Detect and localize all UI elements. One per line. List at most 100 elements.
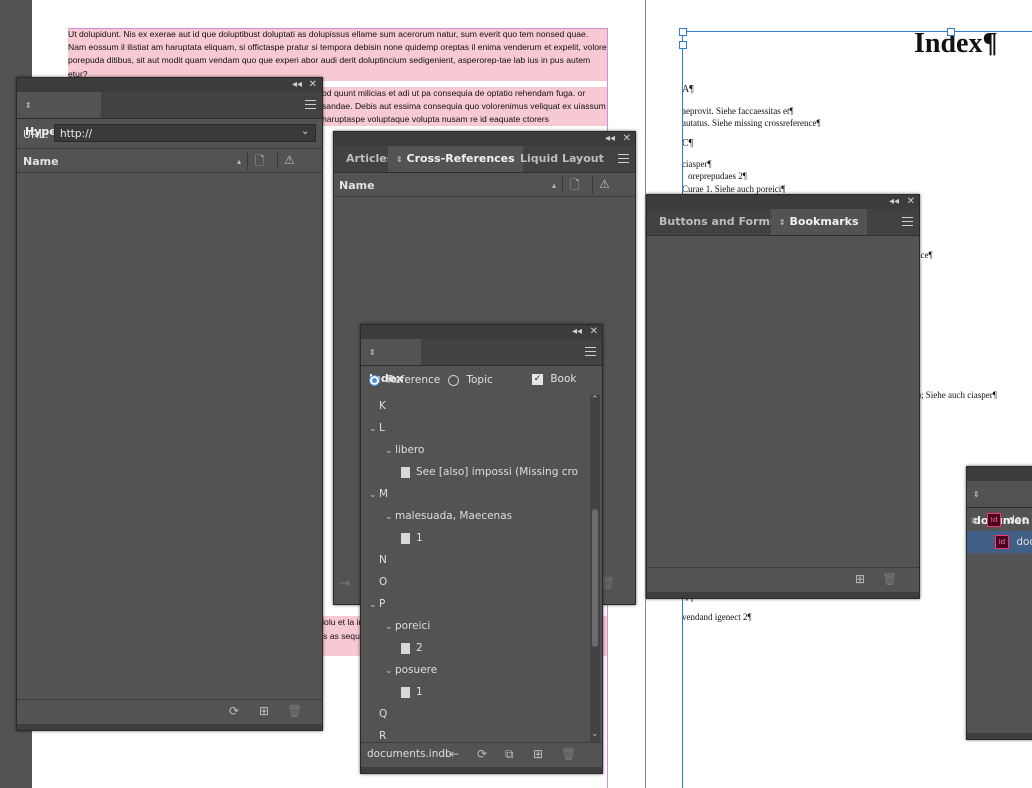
bookmarks-panel[interactable]: ◂◂ ✕ Buttons and Forms ⇕ Bookmarks ⊞ 🗑 bbox=[646, 194, 920, 599]
book-panel[interactable]: ⇕ documen ⊡ Id doc Id doc bbox=[966, 466, 1032, 740]
trash-icon[interactable]: 🗑 bbox=[882, 572, 897, 586]
collapse-icon[interactable]: ◂◂ bbox=[572, 325, 582, 339]
panel-menu-icon[interactable] bbox=[585, 347, 596, 356]
index-entry[interactable]: ⌄ poreici bbox=[361, 615, 430, 637]
scroll-up-icon[interactable]: ⌃ bbox=[591, 393, 599, 407]
radio-label: Topic bbox=[466, 374, 493, 386]
index-entry[interactable]: See [also] impossi (Missing cro bbox=[361, 461, 578, 483]
new-item-icon[interactable]: ⊞ bbox=[533, 747, 543, 761]
resize-handle[interactable] bbox=[361, 767, 602, 773]
index-entry[interactable]: 1 bbox=[361, 527, 423, 549]
selection-handle[interactable] bbox=[947, 28, 955, 36]
url-input[interactable]: http:// bbox=[54, 124, 316, 142]
panel-menu-icon[interactable] bbox=[618, 154, 629, 163]
index-panel[interactable]: ◂◂ ✕ ⇕ Index Reference Topic ✓ Book K ⌄ L ⌄… bbox=[360, 324, 603, 774]
chevron-down-icon[interactable]: ⌄ bbox=[369, 418, 379, 440]
scrollbar-track[interactable]: ⌃ ⌄ bbox=[590, 395, 600, 743]
warning-icon[interactable]: ⚠ bbox=[599, 177, 610, 191]
trash-icon[interactable]: 🗑 bbox=[287, 704, 302, 718]
collapse-icon[interactable]: ◂◂ bbox=[292, 78, 302, 92]
panel-menu-icon[interactable] bbox=[902, 217, 913, 226]
chevron-down-icon[interactable]: ⌄ bbox=[369, 484, 379, 506]
collapse-icon[interactable]: ◂◂ bbox=[889, 195, 899, 209]
tab-book[interactable]: ⇕ documen bbox=[967, 481, 1032, 527]
chevron-down-icon[interactable]: ⌄ bbox=[369, 594, 379, 616]
selection-handle[interactable] bbox=[679, 28, 687, 36]
book-row-label: doc bbox=[1016, 536, 1032, 548]
index-entry-label: P bbox=[379, 598, 386, 610]
new-item-icon[interactable]: ⊞ bbox=[259, 704, 269, 718]
mode-topic[interactable]: Topic bbox=[448, 374, 493, 386]
index-entry-label: posuere bbox=[395, 664, 438, 676]
hyperlinks-panel[interactable]: ◂◂ ✕ ⇕ Hyperlinks URL: http:// ⌄ Name ▴ … bbox=[16, 77, 323, 731]
radio-reference[interactable] bbox=[369, 374, 380, 386]
sort-up-icon[interactable]: ▴ bbox=[237, 155, 241, 169]
trash-icon[interactable]: 🗑 bbox=[561, 747, 576, 761]
close-icon[interactable]: ✕ bbox=[623, 132, 631, 146]
warning-icon[interactable]: ⚠ bbox=[284, 153, 295, 167]
page-icon[interactable]: 🗋 bbox=[570, 178, 580, 192]
close-icon[interactable]: ✕ bbox=[907, 195, 915, 209]
chevron-down-icon[interactable]: ⌄ bbox=[385, 616, 395, 638]
collapse-icon[interactable]: ◂◂ bbox=[605, 132, 615, 146]
tab-buttons-and-forms[interactable]: Buttons and Forms bbox=[651, 209, 785, 235]
book-row[interactable]: Id doc bbox=[967, 531, 1032, 553]
mode-reference[interactable]: Reference bbox=[369, 374, 440, 386]
index-entry[interactable]: ⌄ L bbox=[361, 417, 385, 439]
book-row[interactable]: ⊡ Id doc bbox=[967, 509, 1032, 531]
index-entry[interactable]: 2 bbox=[361, 637, 423, 659]
index-entry[interactable]: Q bbox=[361, 703, 387, 725]
resize-handle[interactable] bbox=[967, 733, 1032, 739]
tab-cross-references[interactable]: ⇕ Cross-References bbox=[388, 146, 523, 172]
checkmark-icon[interactable]: ✓ bbox=[532, 373, 543, 385]
index-entry[interactable]: ⌄ malesuada, Maecenas bbox=[361, 505, 512, 527]
column-header-name[interactable]: Name bbox=[339, 176, 375, 196]
chevron-down-icon[interactable]: ⌄ bbox=[385, 506, 395, 528]
panel-menu-icon[interactable] bbox=[305, 100, 316, 109]
index-entry[interactable]: O bbox=[361, 571, 387, 593]
panel-titlebar[interactable]: ◂◂ ✕ bbox=[17, 78, 322, 92]
resize-handle[interactable] bbox=[647, 592, 919, 598]
chevron-down-icon[interactable]: ⌄ bbox=[301, 126, 309, 137]
index-entry-label: libero bbox=[395, 444, 425, 456]
goto-entry-icon[interactable]: ⇤ bbox=[449, 747, 459, 761]
close-icon[interactable]: ✕ bbox=[309, 78, 317, 92]
new-item-icon[interactable]: ⊞ bbox=[855, 572, 865, 586]
tab-index[interactable]: ⇕ Index bbox=[361, 339, 421, 385]
panel-titlebar[interactable]: ◂◂ ✕ bbox=[361, 325, 602, 339]
tab-liquid-layout[interactable]: Liquid Layout bbox=[512, 146, 612, 172]
index-list[interactable]: K ⌄ L ⌄ libero See [also] impossi (Missing cr… bbox=[361, 395, 589, 745]
index-entry[interactable]: ⌄ P bbox=[361, 593, 385, 615]
panel-footer: documents.indb ⇤ ⟳ ⧉ ⊞ 🗑 bbox=[361, 742, 602, 767]
index-entry[interactable]: ⌄ posuere bbox=[361, 659, 437, 681]
refresh-icon[interactable]: ⟳ bbox=[477, 747, 487, 761]
panel-titlebar[interactable]: ◂◂ ✕ bbox=[334, 132, 635, 146]
tab-bar: Articles ⇕ Cross-References Liquid Layou… bbox=[334, 146, 635, 173]
column-header-name[interactable]: Name bbox=[23, 152, 59, 172]
close-icon[interactable]: ✕ bbox=[590, 325, 598, 339]
scrollbar-thumb[interactable] bbox=[592, 509, 598, 647]
link-icon[interactable]: ⇥ bbox=[340, 576, 350, 590]
index-entry[interactable]: ⌄ libero bbox=[361, 439, 424, 461]
page-icon[interactable]: 🗋 bbox=[255, 154, 265, 168]
index-entry[interactable]: ⌄ M bbox=[361, 483, 388, 505]
scroll-down-icon[interactable]: ⌄ bbox=[591, 727, 599, 741]
radio-topic[interactable] bbox=[448, 374, 459, 386]
book-checkbox[interactable]: ✓ Book bbox=[532, 373, 576, 385]
panel-titlebar[interactable]: ◂◂ ✕ bbox=[647, 195, 919, 209]
index-entry[interactable]: N bbox=[361, 549, 387, 571]
resize-handle[interactable] bbox=[17, 724, 322, 730]
generate-index-icon[interactable]: ⧉ bbox=[505, 747, 514, 761]
book-row-label: doc bbox=[1008, 514, 1028, 526]
selection-handle[interactable] bbox=[679, 41, 687, 49]
tab-bookmarks[interactable]: ⇕ Bookmarks bbox=[771, 209, 867, 235]
chevron-down-icon[interactable]: ⌄ bbox=[385, 660, 395, 682]
index-line: aeprovit. Siehe faccaessitas et¶ bbox=[682, 106, 794, 116]
tab-hyperlinks[interactable]: ⇕ Hyperlinks bbox=[17, 92, 101, 138]
panel-titlebar[interactable] bbox=[967, 467, 1032, 481]
index-entry[interactable]: K bbox=[361, 395, 386, 417]
sort-up-icon[interactable]: ▴ bbox=[552, 179, 556, 193]
refresh-icon[interactable]: ⟳ bbox=[229, 704, 239, 718]
chevron-down-icon[interactable]: ⌄ bbox=[385, 440, 395, 462]
index-entry[interactable]: 1 bbox=[361, 681, 423, 703]
